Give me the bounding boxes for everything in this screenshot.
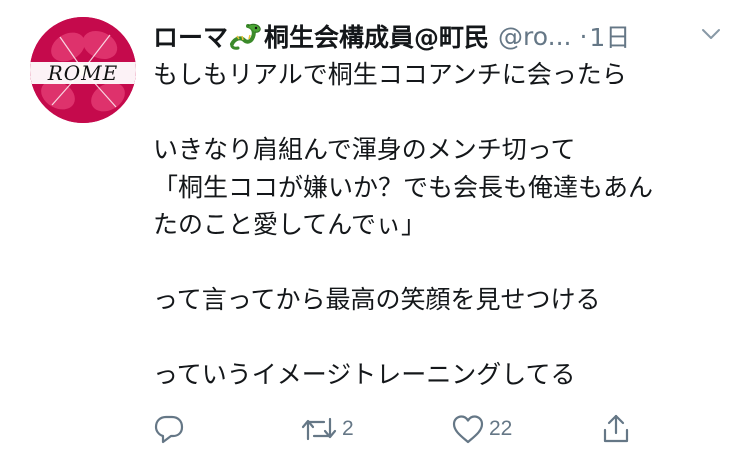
avatar-text: ROME <box>47 61 119 85</box>
dragon-icon <box>230 23 261 50</box>
tweet-text-line: もしもリアルで桐生ココアンチに会ったら <box>153 60 627 89</box>
tweet-text-line: 「桐生ココが嫌いか？でも会長も俺達もあん <box>153 172 654 202</box>
tweet-card[interactable]: ROME ローマ 桐生会構成員@町民 @ro... · 1日 もしもリアルで桐生… <box>0 0 750 461</box>
tweet-text-line: たのこと愛してんでぃ」 <box>153 210 427 239</box>
chevron-down-icon[interactable] <box>700 23 722 45</box>
heart-icon <box>452 415 484 444</box>
tweet-actions: 2 22 <box>0 413 750 453</box>
tweet-timestamp[interactable]: 1日 <box>589 18 630 54</box>
display-name-part1[interactable]: ローマ <box>153 18 228 54</box>
user-handle[interactable]: @ro... <box>498 22 571 51</box>
tweet-text-line <box>153 94 738 132</box>
tweet-text-line <box>153 244 738 282</box>
share-button[interactable] <box>600 413 632 445</box>
tweet-text-line: いきなり肩組んで渾身のメンチ切って <box>153 135 576 164</box>
like-button[interactable]: 22 <box>451 413 512 445</box>
like-count: 22 <box>489 417 513 440</box>
reply-icon <box>154 415 184 444</box>
display-name-part2[interactable]: 桐生会構成員@町民 <box>264 18 489 54</box>
share-icon <box>603 414 629 443</box>
header-separator: · <box>579 21 588 51</box>
tweet-header: ローマ 桐生会構成員@町民 @ro... · 1日 <box>153 16 743 56</box>
reply-button[interactable] <box>153 413 185 445</box>
tweet-text-line <box>153 319 738 357</box>
retweet-count: 2 <box>342 417 354 440</box>
tweet-text-line: って言ってから最高の笑顔を見せつける <box>153 285 601 314</box>
tweet-text-line: っていうイメージトレーニングしてる <box>153 360 576 389</box>
tweet-text: もしもリアルで桐生ココアンチに会ったら いきなり肩組んで渾身のメンチ切って 「桐… <box>153 56 738 394</box>
retweet-button[interactable]: 2 <box>300 413 354 445</box>
avatar[interactable]: ROME <box>30 17 136 123</box>
retweet-icon <box>301 417 337 441</box>
